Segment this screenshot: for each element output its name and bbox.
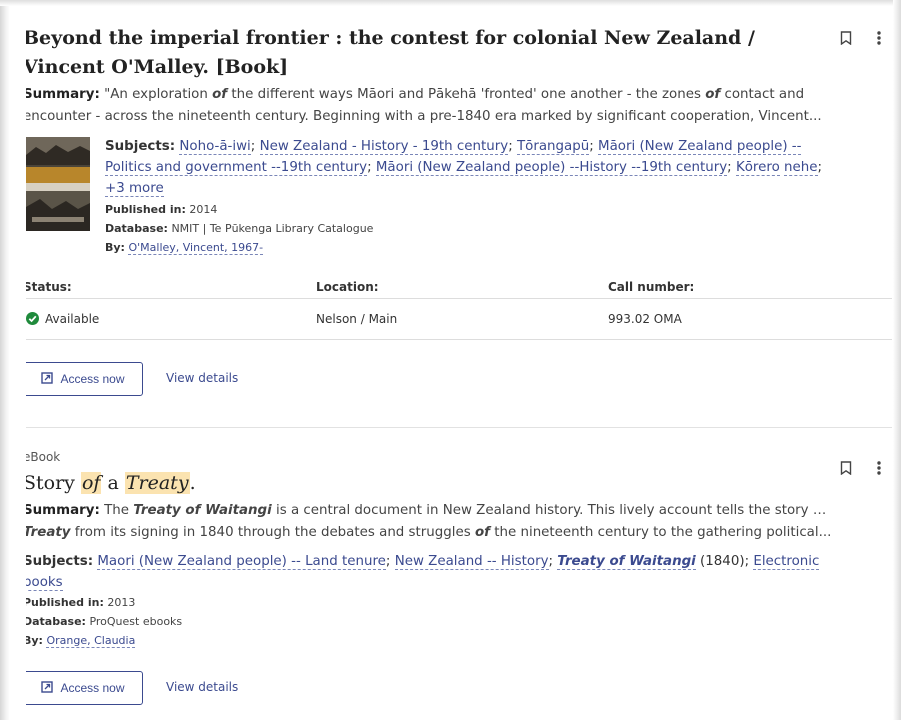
call-number-value: 993.02 OMA xyxy=(608,312,682,326)
view-details-link[interactable]: View details xyxy=(166,371,238,385)
subject-link[interactable]: Treaty of Waitangi xyxy=(557,554,696,570)
more-subjects-link[interactable]: +3 more xyxy=(105,181,164,197)
result-summary: Summary: The Treaty of Waitangi is a cen… xyxy=(26,500,833,544)
subject-link[interactable]: Maori (New Zealand people) -- Land tenur… xyxy=(97,554,386,570)
result-actions xyxy=(840,30,882,46)
subject-link[interactable]: Noho-ā-iwi xyxy=(179,139,251,155)
author-link[interactable]: O'Malley, Vincent, 1967- xyxy=(128,241,264,255)
access-now-button[interactable]: Access now xyxy=(26,671,143,705)
subject-link[interactable]: New Zealand -- History xyxy=(394,554,549,570)
summary-label: Summary: xyxy=(26,87,100,102)
format-label: eBook xyxy=(26,450,61,464)
result-title[interactable]: Beyond the imperial frontier : the conte… xyxy=(26,24,803,82)
subject-link[interactable]: nehe xyxy=(784,160,818,176)
author-info: By: Orange, Claudia xyxy=(26,634,136,648)
subject-link[interactable]: books xyxy=(26,575,63,591)
subject-link[interactable]: Electronic xyxy=(753,554,820,570)
summary-label: Summary: xyxy=(26,503,100,518)
subject-link[interactable]: Kōrero xyxy=(735,160,780,176)
result-title[interactable]: Story of a Treaty. xyxy=(26,469,803,498)
subject-link[interactable]: Māori (New Zealand people) -- xyxy=(598,139,802,155)
subject-link[interactable]: Tōrangapū xyxy=(516,139,590,155)
author-info: By: O'Malley, Vincent, 1967- xyxy=(105,241,264,255)
availability-status: Available xyxy=(26,299,99,339)
author-link[interactable]: Orange, Claudia xyxy=(46,634,136,648)
result-details: Subjects: Noho-ā-iwi; New Zealand - Hist… xyxy=(105,136,825,257)
external-link-icon xyxy=(41,371,54,387)
result-summary: Summary: "An exploration of the differen… xyxy=(26,84,833,128)
window-frame-left xyxy=(0,0,10,720)
holdings-row: Available Nelson / Main 993.02 OMA xyxy=(26,299,892,340)
check-circle-icon xyxy=(26,312,39,325)
result-details: Subjects: Maori (New Zealand people) -- … xyxy=(26,551,823,650)
database-info: Database: NMIT | Te Pūkenga Library Cata… xyxy=(105,222,374,235)
subject-link[interactable]: Politics and government --19th century xyxy=(105,160,368,176)
more-vertical-icon[interactable] xyxy=(876,460,882,476)
search-results: Beyond the imperial frontier : the conte… xyxy=(26,0,892,720)
subjects-list: Subjects: Noho-ā-iwi; New Zealand - Hist… xyxy=(105,139,823,197)
subject-link[interactable]: Māori (New Zealand people) --History --1… xyxy=(375,160,728,176)
result-divider xyxy=(26,427,892,428)
external-link-icon xyxy=(41,680,54,696)
book-cover-image[interactable] xyxy=(26,137,90,231)
published-info: Published in: 2014 xyxy=(105,203,218,216)
access-now-button[interactable]: Access now xyxy=(26,362,143,396)
bookmark-icon[interactable] xyxy=(840,31,852,45)
window-frame-right xyxy=(893,0,901,720)
database-info: Database: ProQuest ebooks xyxy=(26,615,183,628)
result-actions xyxy=(840,460,882,476)
subjects-list: Subjects: Maori (New Zealand people) -- … xyxy=(26,551,823,593)
bookmark-icon[interactable] xyxy=(840,461,852,475)
subject-link[interactable]: New Zealand - History - 19th century xyxy=(259,139,509,155)
holdings-header: Status: Location: Call number: xyxy=(26,276,892,299)
location-value: Nelson / Main xyxy=(316,312,398,326)
more-vertical-icon[interactable] xyxy=(876,30,882,46)
published-info: Published in: 2013 xyxy=(26,596,136,609)
holdings-table: Status: Location: Call number: Available… xyxy=(26,276,892,340)
view-details-link[interactable]: View details xyxy=(166,680,238,694)
